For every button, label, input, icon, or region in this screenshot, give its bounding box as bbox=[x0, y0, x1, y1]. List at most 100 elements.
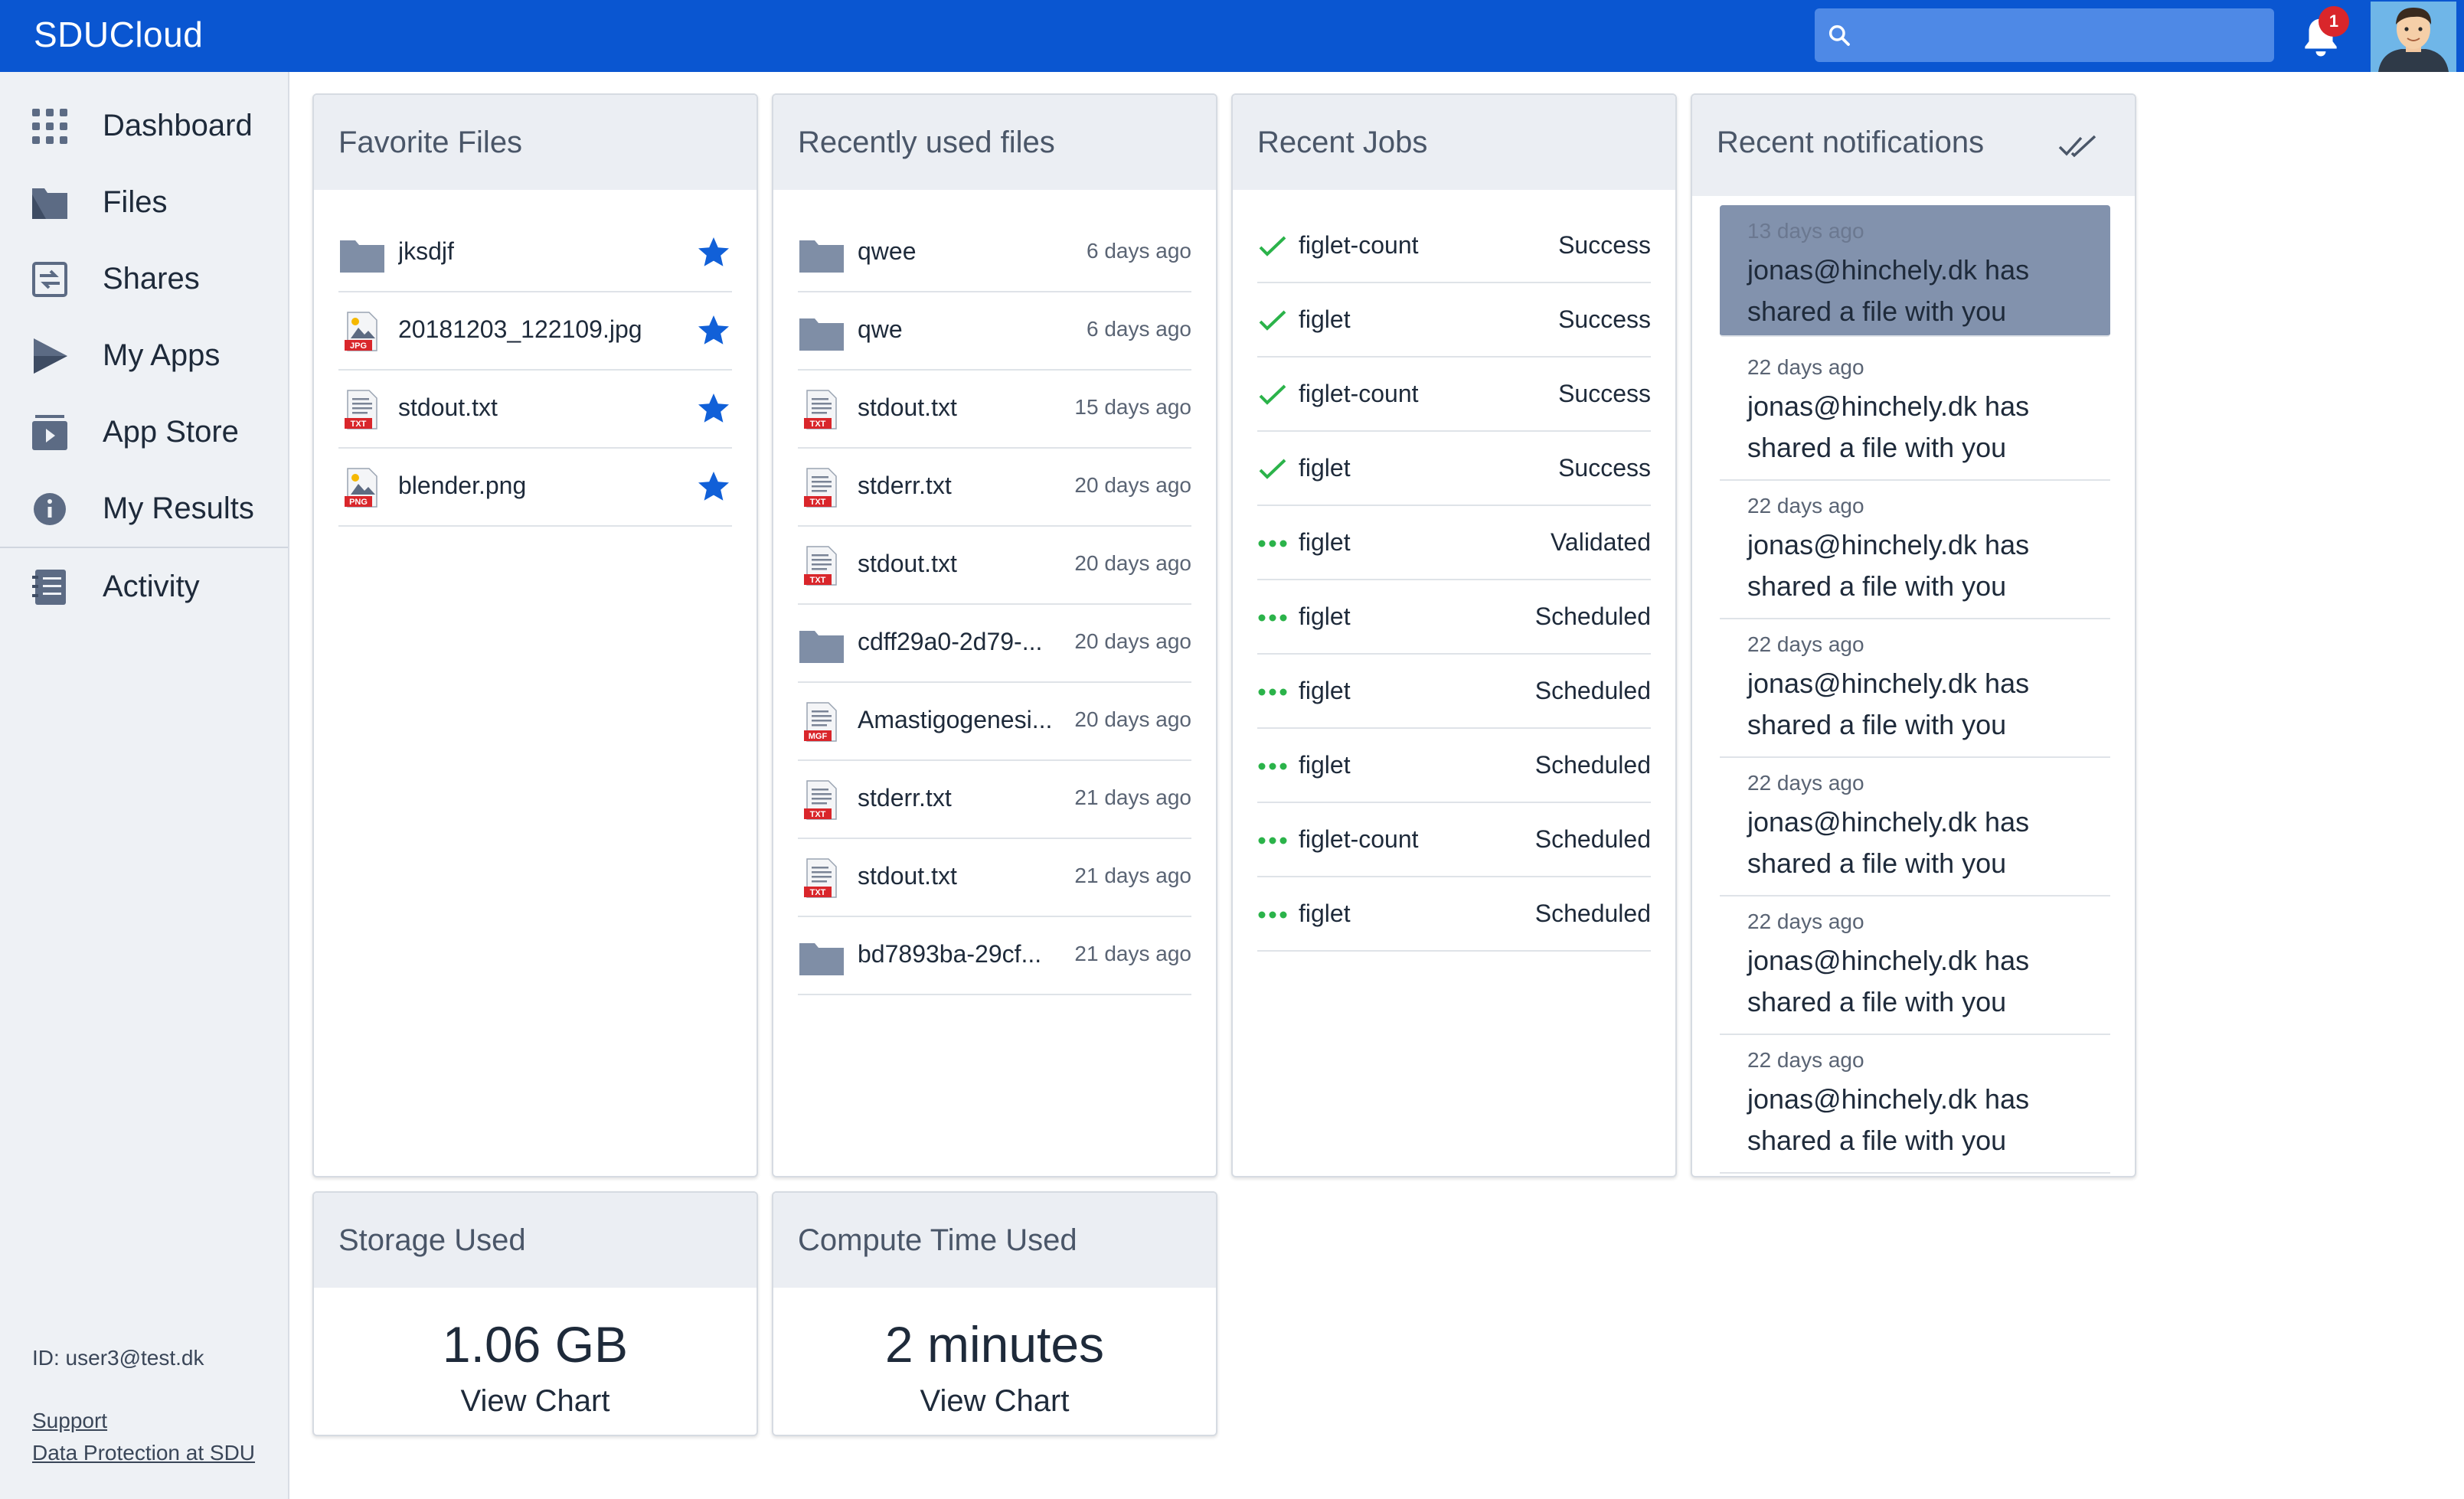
card-header: Compute Time Used bbox=[773, 1193, 1216, 1288]
dots-icon bbox=[1258, 540, 1287, 547]
recent-file-row[interactable]: MGF Amastigogenesi... 20 days ago bbox=[798, 681, 1191, 761]
brand-logo[interactable]: SDUCloud bbox=[34, 14, 203, 55]
svg-text:TXT: TXT bbox=[810, 420, 826, 429]
star-icon[interactable] bbox=[695, 390, 732, 427]
notification-time: 22 days ago bbox=[1747, 494, 1864, 518]
job-status: Scheduled bbox=[1534, 751, 1651, 779]
star-icon[interactable] bbox=[695, 469, 732, 505]
sidebar-item-my-apps[interactable]: My Apps bbox=[0, 318, 288, 392]
sidebar-item-label: Activity bbox=[103, 570, 200, 603]
image-file-icon: JPG bbox=[345, 312, 377, 351]
card-header: Recent Jobs bbox=[1233, 95, 1675, 190]
folder-icon bbox=[32, 188, 67, 219]
file-name[interactable]: stderr.txt bbox=[858, 472, 1060, 500]
job-row[interactable]: figlet-count Success bbox=[1257, 208, 1651, 283]
sidebar-item-label: Shares bbox=[103, 262, 200, 296]
recent-file-row[interactable]: TXT stdout.txt 20 days ago bbox=[798, 525, 1191, 605]
favorite-file-row[interactable]: PNG blender.png bbox=[338, 447, 732, 527]
favorite-file-row[interactable]: TXT stdout.txt bbox=[338, 369, 732, 449]
file-name[interactable]: stderr.txt bbox=[858, 784, 1060, 812]
folder-icon bbox=[799, 318, 844, 351]
file-name[interactable]: jksdjf bbox=[398, 237, 678, 266]
recent-file-row[interactable]: qwe 6 days ago bbox=[798, 291, 1191, 371]
recent-file-row[interactable]: cdff29a0-2d79-... 20 days ago bbox=[798, 603, 1191, 683]
card-title: Recent notifications bbox=[1717, 126, 1985, 159]
user-id: ID: user3@test.dk bbox=[32, 1346, 204, 1370]
star-icon[interactable] bbox=[695, 234, 732, 271]
notification-time: 13 days ago bbox=[1747, 219, 1864, 243]
recent-file-row[interactable]: TXT stdout.txt 15 days ago bbox=[798, 369, 1191, 449]
file-name[interactable]: stdout.txt bbox=[858, 550, 1060, 578]
job-name: figlet bbox=[1299, 603, 1351, 630]
text-file-icon: TXT bbox=[804, 468, 837, 508]
favorite-files-card: Favorite Files jksdjf JPG 20181203_122109.… bbox=[312, 93, 758, 1177]
file-name[interactable]: qwee bbox=[858, 237, 1060, 266]
notification-message: jonas@hinchely.dk has shared a file with… bbox=[1747, 806, 2030, 879]
svg-text:TXT: TXT bbox=[810, 576, 826, 585]
job-row[interactable]: figlet Success bbox=[1257, 282, 1651, 358]
info-icon bbox=[34, 493, 66, 525]
search-bar[interactable] bbox=[1815, 8, 2274, 62]
notification-item[interactable]: 13 days ago jonas@hinchely.dk has shared … bbox=[1720, 205, 2110, 337]
sidebar-item-activity[interactable]: Activity bbox=[0, 550, 288, 623]
file-name[interactable]: blender.png bbox=[398, 472, 678, 500]
job-row[interactable]: figlet Scheduled bbox=[1257, 580, 1651, 655]
favorite-file-row[interactable]: JPG 20181203_122109.jpg bbox=[338, 291, 732, 371]
job-row[interactable]: figlet-count Success bbox=[1257, 357, 1651, 432]
sidebar-item-app-store[interactable]: App Store bbox=[0, 395, 288, 469]
svg-text:PNG: PNG bbox=[349, 498, 368, 507]
last-used-time: 21 days ago bbox=[1074, 785, 1191, 809]
file-name[interactable]: cdff29a0-2d79-... bbox=[858, 628, 1060, 656]
sidebar-item-files[interactable]: Files bbox=[0, 165, 288, 239]
notification-item[interactable]: 22 days ago jonas@hinchely.dk has shared … bbox=[1720, 896, 2110, 1035]
sidebar-item-shares[interactable]: Shares bbox=[0, 242, 288, 315]
file-name[interactable]: 20181203_122109.jpg bbox=[398, 315, 678, 344]
support-link[interactable]: Support bbox=[32, 1409, 107, 1433]
data-protection-link[interactable]: Data Protection at SDU bbox=[32, 1441, 255, 1465]
last-used-time: 20 days ago bbox=[1074, 707, 1191, 731]
recent-file-row[interactable]: qwee 6 days ago bbox=[798, 213, 1191, 292]
notification-item[interactable]: 22 days ago jonas@hinchely.dk has shared … bbox=[1720, 480, 2110, 619]
job-row[interactable]: figlet Success bbox=[1257, 431, 1651, 506]
job-row[interactable]: figlet Scheduled bbox=[1257, 877, 1651, 952]
sidebar-item-label: Dashboard bbox=[103, 109, 253, 142]
job-row[interactable]: figlet Scheduled bbox=[1257, 728, 1651, 803]
recent-jobs-card: Recent Jobs figlet-count Success figlet Suc… bbox=[1231, 93, 1677, 1177]
sidebar: Dashboard Files Shares My Apps App Store bbox=[0, 72, 289, 1499]
notification-item[interactable]: 22 days ago jonas@hinchely.dk has shared … bbox=[1720, 1034, 2110, 1174]
notification-item[interactable]: 22 days ago jonas@hinchely.dk has shared … bbox=[1720, 341, 2110, 481]
sidebar-item-my-results[interactable]: My Results bbox=[0, 472, 288, 545]
job-row[interactable]: figlet Validated bbox=[1257, 505, 1651, 580]
recent-file-row[interactable]: TXT stderr.txt 20 days ago bbox=[798, 447, 1191, 527]
job-row[interactable]: figlet Scheduled bbox=[1257, 654, 1651, 729]
notification-item[interactable]: 22 days ago jonas@hinchely.dk has shared … bbox=[1720, 619, 2110, 758]
recent-file-row[interactable]: bd7893ba-29cf... 21 days ago bbox=[798, 916, 1191, 995]
card-title: Compute Time Used bbox=[798, 1223, 1077, 1257]
file-name[interactable]: stdout.txt bbox=[858, 394, 1060, 422]
avatar[interactable] bbox=[2371, 2, 2456, 72]
view-chart-link[interactable]: View Chart bbox=[773, 1384, 1216, 1419]
card-title: Recent Jobs bbox=[1257, 126, 1428, 159]
file-name[interactable]: qwe bbox=[858, 315, 1060, 344]
file-name[interactable]: stdout.txt bbox=[398, 394, 678, 422]
check-icon bbox=[1259, 459, 1286, 479]
job-row[interactable]: figlet-count Scheduled bbox=[1257, 802, 1651, 877]
file-name[interactable]: bd7893ba-29cf... bbox=[858, 940, 1060, 968]
text-file-icon: MGF bbox=[804, 702, 837, 742]
notification-item[interactable]: 22 days ago jonas@hinchely.dk has shared … bbox=[1720, 757, 2110, 896]
storage-value: 1.06 GB bbox=[442, 1316, 629, 1373]
recent-file-row[interactable]: TXT stderr.txt 21 days ago bbox=[798, 759, 1191, 839]
search-input[interactable] bbox=[1867, 15, 2268, 57]
sidebar-item-dashboard[interactable]: Dashboard bbox=[0, 89, 288, 162]
file-name[interactable]: Amastigogenesi... bbox=[858, 706, 1060, 734]
check-icon bbox=[1259, 236, 1286, 256]
star-icon[interactable] bbox=[695, 312, 732, 349]
check-icon bbox=[1259, 310, 1286, 331]
job-status: Scheduled bbox=[1534, 900, 1651, 927]
mark-all-read-icon[interactable] bbox=[2058, 132, 2098, 159]
job-status: Scheduled bbox=[1534, 825, 1651, 853]
view-chart-link[interactable]: View Chart bbox=[314, 1384, 757, 1419]
recent-file-row[interactable]: TXT stdout.txt 21 days ago bbox=[798, 838, 1191, 917]
favorite-file-row[interactable]: jksdjf bbox=[338, 213, 732, 292]
file-name[interactable]: stdout.txt bbox=[858, 862, 1060, 890]
